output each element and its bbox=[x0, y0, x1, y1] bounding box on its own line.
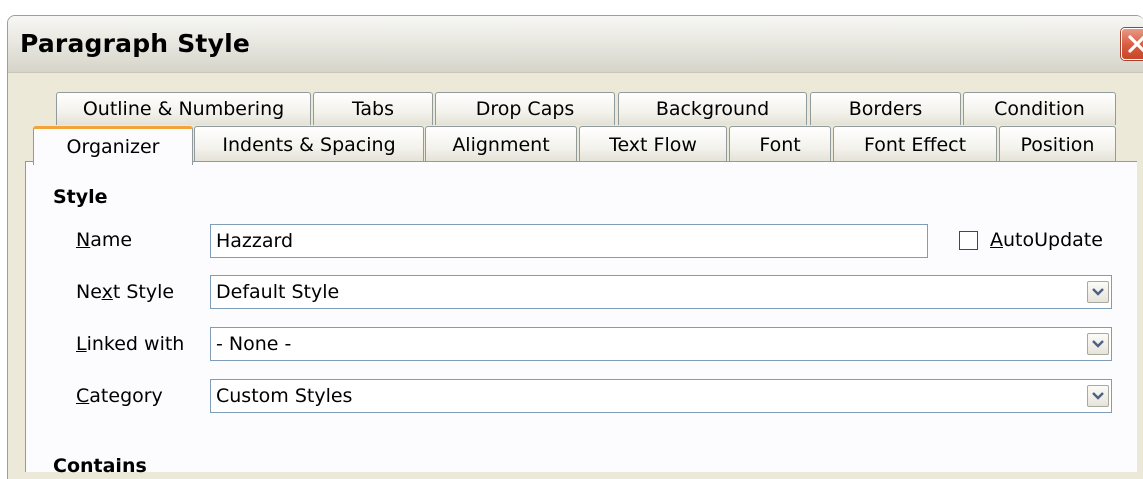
tab-label: Text Flow bbox=[609, 133, 697, 156]
tab-outline-numbering[interactable]: Outline & Numbering bbox=[56, 92, 311, 125]
tab-label: Borders bbox=[848, 98, 923, 120]
tab-borders[interactable]: Borders bbox=[810, 92, 961, 125]
linked-with-select[interactable]: - None - bbox=[210, 327, 1112, 361]
style-section-heading: Style bbox=[53, 186, 108, 208]
tab-label: Drop Caps bbox=[475, 98, 575, 120]
tab-indents-spacing[interactable]: Indents & Spacing bbox=[194, 126, 424, 162]
title-bar[interactable]: Paragraph Style bbox=[8, 16, 1143, 73]
category-value: Custom Styles bbox=[216, 385, 353, 407]
contains-section-heading: Contains bbox=[53, 455, 147, 477]
close-icon bbox=[1128, 35, 1143, 53]
tab-label: Position bbox=[1020, 133, 1095, 156]
name-label-mnemonic: N bbox=[76, 229, 91, 251]
tab-position[interactable]: Position bbox=[999, 126, 1116, 162]
name-label: Name bbox=[76, 229, 132, 251]
tab-label: Outline & Numbering bbox=[82, 98, 285, 120]
tab-tabs[interactable]: Tabs bbox=[313, 92, 433, 125]
chevron-down-icon bbox=[1092, 288, 1104, 296]
category-select[interactable]: Custom Styles bbox=[210, 379, 1112, 413]
linked-with-dropdown-button[interactable] bbox=[1087, 333, 1109, 355]
next-style-label-mnemonic: x bbox=[101, 281, 113, 303]
next-style-label-pre: Ne bbox=[76, 281, 102, 303]
close-button[interactable] bbox=[1121, 28, 1143, 60]
linked-label-mnemonic: L bbox=[76, 333, 87, 355]
category-label-text: ategory bbox=[89, 385, 163, 407]
tab-background[interactable]: Background bbox=[618, 92, 807, 125]
category-label: Category bbox=[76, 385, 163, 407]
window-title: Paragraph Style bbox=[20, 29, 250, 58]
tab-font-effect[interactable]: Font Effect bbox=[833, 126, 997, 162]
tab-label: Font Effect bbox=[863, 133, 967, 156]
tab-organizer[interactable]: Organizer bbox=[33, 126, 193, 165]
category-dropdown-button[interactable] bbox=[1087, 385, 1109, 407]
category-label-mnemonic: C bbox=[76, 385, 90, 407]
linked-label-text: inked with bbox=[86, 333, 185, 355]
tab-font[interactable]: Font bbox=[729, 126, 831, 162]
autoupdate-mnemonic: A bbox=[990, 229, 1003, 251]
next-style-value: Default Style bbox=[216, 281, 340, 303]
tab-alignment[interactable]: Alignment bbox=[425, 126, 577, 162]
linked-with-value: - None - bbox=[216, 333, 292, 355]
next-style-select[interactable]: Default Style bbox=[210, 275, 1112, 309]
autoupdate-label-text: utoUpdate bbox=[1003, 229, 1103, 251]
autoupdate-label[interactable]: AutoUpdate bbox=[990, 229, 1103, 251]
name-label-text: ame bbox=[90, 229, 133, 251]
tab-label: Condition bbox=[994, 98, 1085, 120]
name-value: Hazzard bbox=[216, 230, 294, 252]
chevron-down-icon bbox=[1092, 340, 1104, 348]
next-style-dropdown-button[interactable] bbox=[1087, 281, 1109, 303]
tab-label: Indents & Spacing bbox=[222, 133, 396, 156]
next-style-label: Next Style bbox=[76, 281, 174, 303]
name-input[interactable]: Hazzard bbox=[210, 224, 928, 258]
next-style-label-post: t Style bbox=[112, 281, 175, 303]
autoupdate-checkbox[interactable] bbox=[959, 231, 978, 250]
tab-text-flow[interactable]: Text Flow bbox=[579, 126, 727, 162]
tab-label: Tabs bbox=[351, 98, 395, 120]
tab-condition[interactable]: Condition bbox=[963, 92, 1116, 125]
chevron-down-icon bbox=[1092, 392, 1104, 400]
organizer-panel: Style Name Hazzard AutoUpdate Next Style… bbox=[25, 161, 1137, 477]
tab-label: Organizer bbox=[66, 136, 160, 158]
linked-with-label: Linked with bbox=[76, 333, 184, 355]
tab-label: Background bbox=[655, 98, 770, 120]
tab-label: Alignment bbox=[452, 133, 550, 156]
tab-label: Font bbox=[759, 133, 801, 156]
tab-drop-caps[interactable]: Drop Caps bbox=[435, 92, 615, 125]
